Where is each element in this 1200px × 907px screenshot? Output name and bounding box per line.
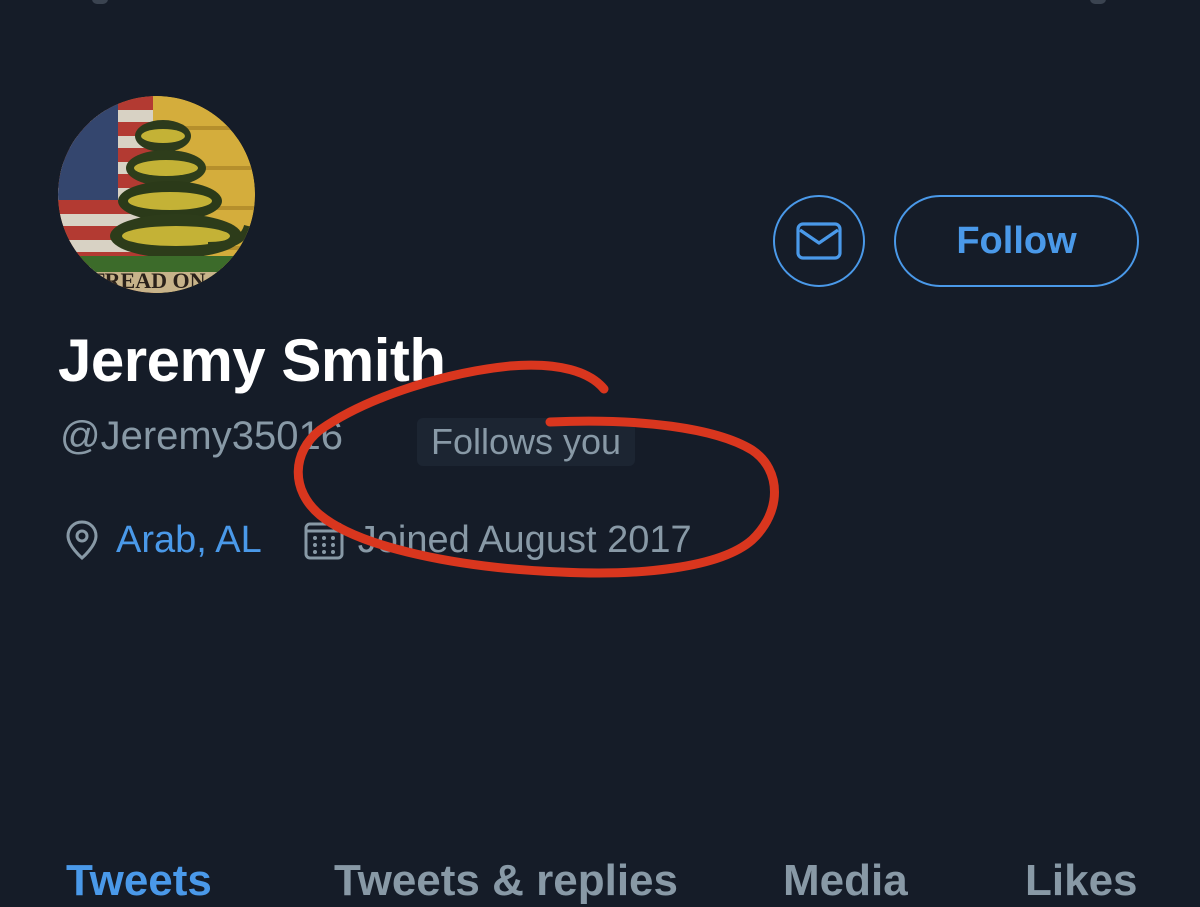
- tab-likes[interactable]: Likes: [1025, 856, 1138, 906]
- profile-screen: TREAD ON Follow Jeremy Smith @Jeremy3501…: [0, 0, 1200, 907]
- status-bar-remnant: [92, 0, 108, 4]
- tab-tweets-and-replies[interactable]: Tweets & replies: [334, 856, 678, 906]
- tab-tweets[interactable]: Tweets: [66, 856, 212, 906]
- location-pin-icon: [66, 520, 98, 560]
- joined-date: Joined August 2017: [357, 518, 692, 561]
- follows-you-badge: Follows you: [417, 418, 636, 466]
- joined-item: Joined August 2017: [302, 518, 692, 562]
- follow-button[interactable]: Follow: [894, 195, 1139, 287]
- envelope-icon: [796, 222, 842, 260]
- message-button[interactable]: [773, 195, 865, 287]
- status-bar-remnant: [1090, 0, 1106, 4]
- profile-meta-row: Arab, AL Joined August 2017: [60, 512, 692, 568]
- display-name: Jeremy Smith: [58, 327, 446, 394]
- user-handle: @Jeremy35016: [60, 414, 343, 458]
- avatar-text: TREAD ON: [90, 268, 206, 293]
- profile-tabs: Tweets Tweets & replies Media Likes: [0, 856, 1200, 907]
- profile-avatar[interactable]: TREAD ON: [58, 96, 255, 293]
- tab-media[interactable]: Media: [783, 856, 908, 906]
- calendar-icon: [304, 522, 344, 560]
- location-item: Arab, AL: [60, 518, 302, 562]
- location-link[interactable]: Arab, AL: [116, 519, 262, 562]
